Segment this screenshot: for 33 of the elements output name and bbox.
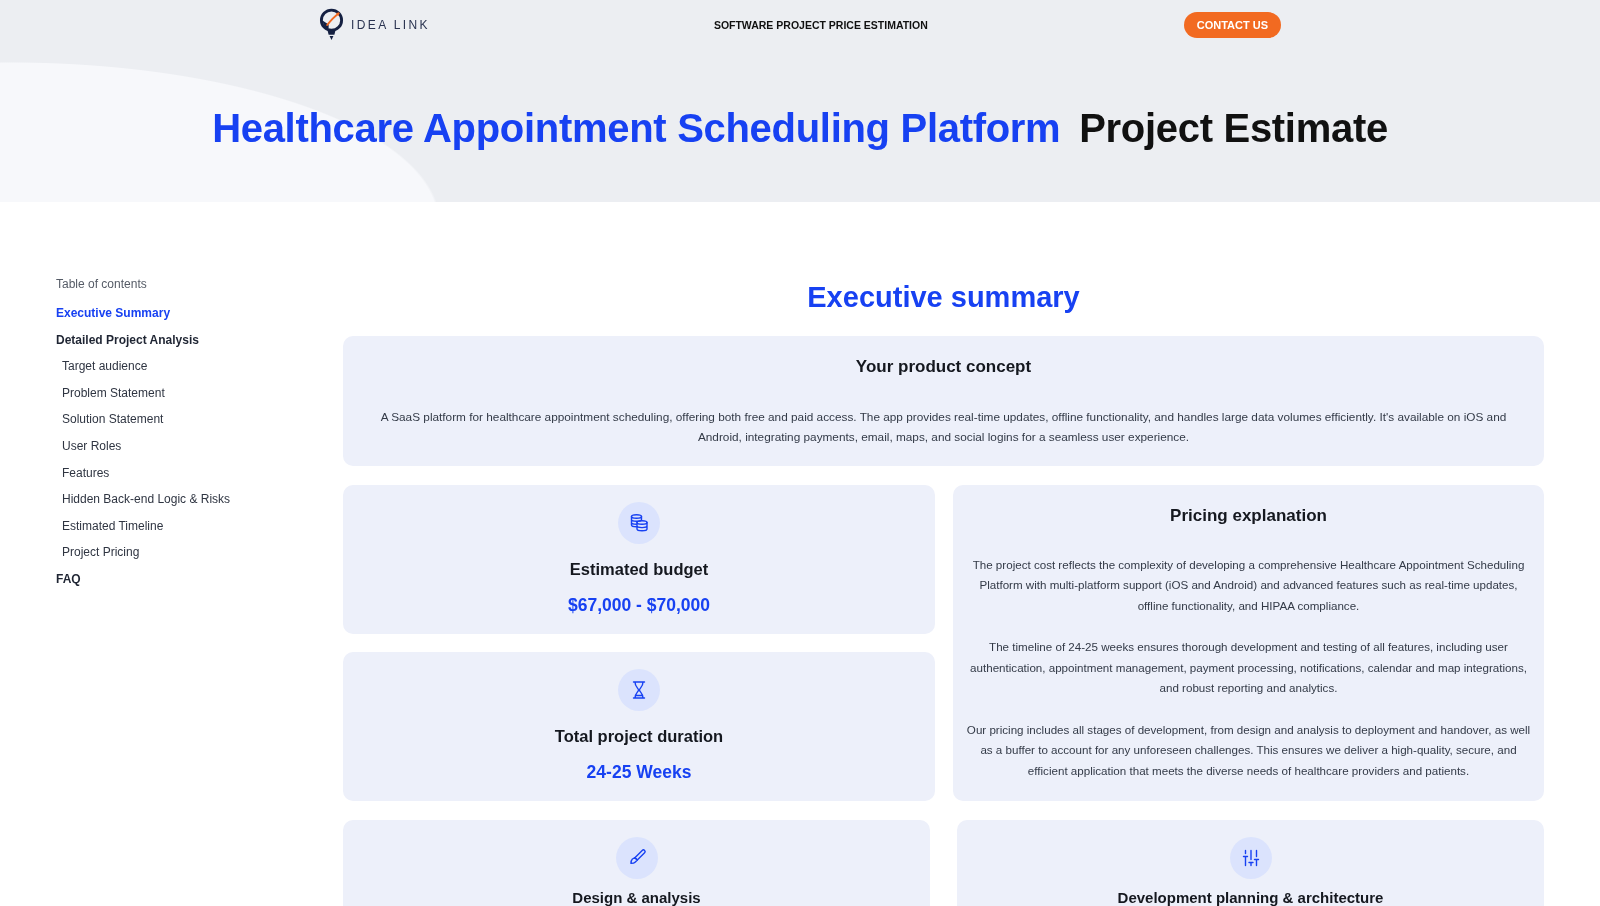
pricing-paragraph: Our pricing includes all stages of development, from design and analysis to deployment and handover, as well as a buffer to account for any unforeseen challenges. This ensures we deliver a high-quality, secure, and efficient application that meets the diverse needs of healthcare providers and patients. xyxy=(965,721,1532,779)
stat-value: 24-25 Weeks xyxy=(586,760,692,784)
toc-link[interactable]: Project Pricing xyxy=(56,539,140,566)
card-title: Estimated budget xyxy=(569,558,709,580)
toc-link[interactable]: Detailed Project Analysis xyxy=(56,326,199,354)
toc-link[interactable]: Solution Statement xyxy=(56,406,164,433)
hourglass-icon xyxy=(618,668,660,711)
logo-text: IDEA LINK xyxy=(351,18,430,32)
stat-value: $67,000 - $70,000 xyxy=(567,593,711,617)
concept-text: A SaaS platform for healthcare appointment scheduling, offering both free and paid access. The app provides real-time updates, offline functionality, and handles large data volumes efficiently. It's available on iOS and Android, integrating payments, email, maps, and social logins for a seamless user experience. xyxy=(379,409,1508,447)
card-title: Design & analysis xyxy=(572,888,701,906)
card-title: Your product concept xyxy=(854,356,1033,378)
pricing-paragraph: The timeline of 24-25 weeks ensures thorough development and testing of all features, including user authentication, appointment management, payment processing, notifications, calendar and map integrations, and robust reporting and analytics. xyxy=(969,639,1528,697)
toc-link[interactable]: Estimated Timeline xyxy=(56,512,164,540)
pricing-paragraph: The project cost reflects the complexity of developing a comprehensive Healthcare Appointment Scheduling Platform with multi-platform support (iOS and Android) and advanced features such as real-time updates, offline functionality, and HIPAA compliance. xyxy=(971,556,1526,614)
toc-link[interactable]: Problem Statement xyxy=(56,379,165,407)
card-title: Development planning & architecture xyxy=(1117,888,1384,906)
coins-icon xyxy=(618,501,660,544)
toc-link[interactable]: Executive Summary xyxy=(56,300,171,327)
toc-heading: Table of contents xyxy=(56,276,148,293)
page-title: Healthcare Appointment Scheduling Platform Project Estimate xyxy=(211,105,1389,152)
toc-link[interactable]: User Roles xyxy=(56,432,122,460)
lightbulb-logo-icon xyxy=(319,7,344,43)
paintbrush-icon xyxy=(615,836,658,879)
toc-link[interactable]: Features xyxy=(56,459,110,487)
card-title: Pricing explanation xyxy=(1169,504,1328,527)
toc-link[interactable]: FAQ xyxy=(56,565,81,593)
header-tagline: SOFTWARE PROJECT PRICE ESTIMATION xyxy=(713,19,928,31)
toc-link[interactable]: Hidden Back-end Logic & Risks xyxy=(56,486,231,513)
card-title: Total project duration xyxy=(554,725,724,747)
toc-link[interactable]: Target audience xyxy=(56,353,148,380)
sliders-icon xyxy=(1229,836,1272,879)
section-title: Executive summary xyxy=(806,280,1081,315)
